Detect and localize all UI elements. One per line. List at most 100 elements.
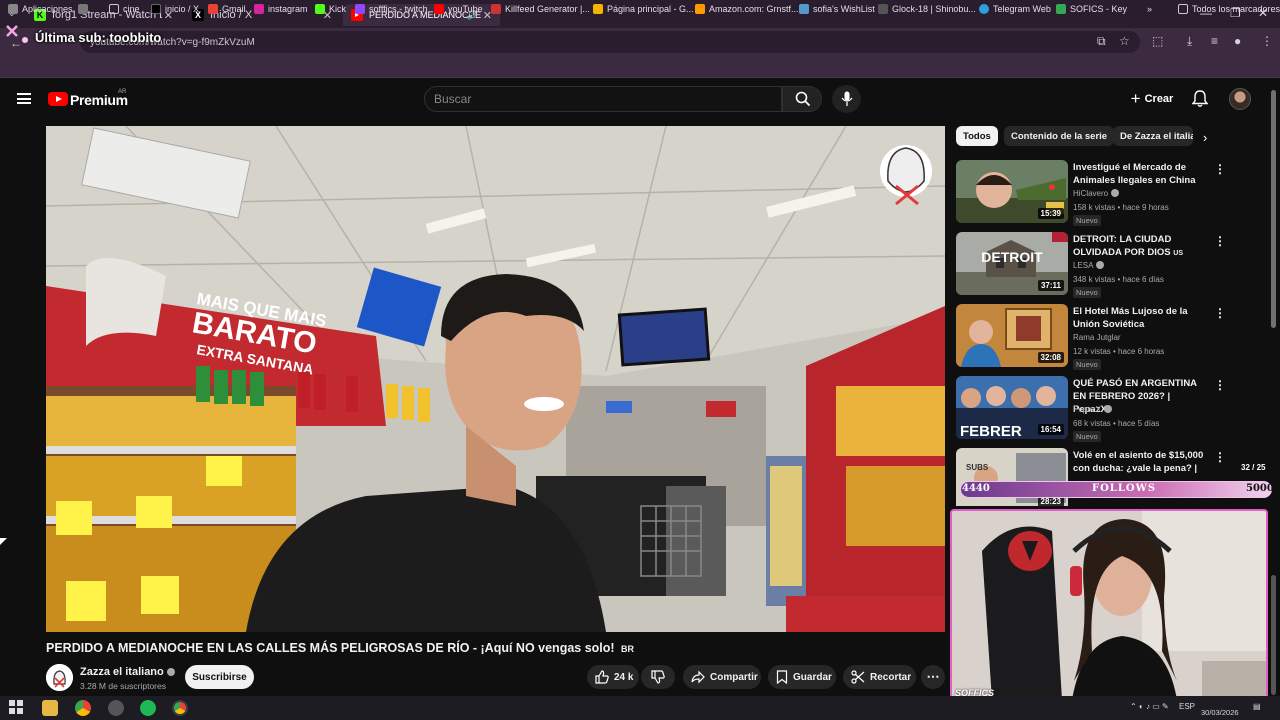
install-app-icon[interactable]: ⧉ [1097, 34, 1106, 49]
bookmark-label: Telegram Web [993, 4, 1051, 14]
bookmark-label: Página principal - G... [607, 4, 694, 14]
more-options-icon[interactable]: ⋮ [1214, 450, 1226, 464]
windows-start-icon[interactable] [9, 700, 25, 716]
file-explorer-icon[interactable] [42, 700, 58, 716]
bookmark-x[interactable]: inicio / X [151, 4, 199, 14]
bookmark-glock[interactable]: Glock-18 | Shinobu... [878, 4, 976, 14]
bookmark-twitch[interactable]: sofffics - twitch [355, 4, 428, 14]
apps-grid-icon [8, 4, 18, 14]
more-options-icon[interactable]: ⋮ [1214, 378, 1226, 392]
page-scrollbar-track[interactable] [1271, 575, 1276, 695]
taskbar-date[interactable]: 30/03/2026 [1201, 708, 1239, 717]
more-options-icon[interactable]: ⋮ [1214, 306, 1226, 320]
wishlist-icon [799, 4, 809, 14]
recommendation-item[interactable]: 15:39 Investigué el Mercado de Animales … [956, 160, 1256, 226]
bookmark-instagram[interactable]: instagram [254, 4, 308, 14]
more-options-icon[interactable]: ⋮ [1214, 234, 1226, 248]
menu-icon[interactable] [17, 93, 31, 104]
chip-all[interactable]: Todos [956, 126, 998, 146]
recommendation-title[interactable]: Investigué el Mercado de Animales Ilegal… [1073, 161, 1205, 187]
search-input[interactable] [424, 86, 782, 112]
spotify-icon[interactable] [140, 700, 156, 716]
more-actions-icon[interactable]: ⋯ [921, 665, 945, 689]
bookmark-telegram[interactable]: Telegram Web [979, 4, 1051, 14]
extensions-icon[interactable]: ⬚ [1152, 34, 1163, 48]
recommendation-item[interactable]: FEBRER 16:54 QUÉ PASÓ EN ARGENTINA EN FE… [956, 376, 1256, 442]
recommendation-title[interactable]: DETROIT: LA CIUDAD OLVIDADA POR DIOS US [1073, 233, 1205, 260]
channel-name[interactable]: Zazza el italiano [80, 666, 175, 678]
bookmark-label: inicio / X [165, 4, 200, 14]
video-thumbnail[interactable]: 32:08 [956, 304, 1068, 367]
page-scrollbar-thumb[interactable] [1271, 90, 1276, 328]
bookmark-cine[interactable]: cine [109, 4, 140, 14]
bookmark-grid[interactable] [78, 4, 92, 14]
recommendation-channel[interactable]: Rama Jutglar [1073, 333, 1121, 342]
download-icon[interactable]: ⤓ [1187, 34, 1192, 49]
plus-icon: + [1130, 89, 1141, 108]
clip-button[interactable]: Recortar [843, 665, 916, 689]
share-button[interactable]: Compartir [683, 665, 761, 689]
save-button[interactable]: Guardar [768, 665, 836, 689]
dislike-button[interactable] [641, 665, 675, 689]
chrome-icon[interactable] [75, 700, 91, 716]
video-thumbnail[interactable]: DETROIT 37:11 [956, 232, 1068, 295]
recommendation-item[interactable]: DETROIT 37:11 DETROIT: LA CIUDAD OLVIDAD… [956, 232, 1256, 298]
bookmark-star-icon[interactable]: ☆ [1119, 34, 1130, 48]
profile-icon[interactable]: ● [1234, 34, 1241, 48]
instagram-icon [254, 4, 264, 14]
more-bookmarks-chevron-icon[interactable]: » [1147, 4, 1152, 14]
notifications-bell-icon[interactable] [1192, 90, 1208, 108]
bookmark-amazon[interactable]: Amazon.com: Grnstf... [695, 4, 799, 14]
reading-list-icon[interactable]: ≡ [1211, 34, 1218, 48]
more-menu-icon[interactable]: ⋮ [1261, 34, 1273, 48]
bookmark-drive[interactable]: Página principal - G... [593, 4, 694, 14]
follows-label: FOLLOWS [1092, 483, 1157, 494]
webcam-image [952, 511, 1266, 700]
notifications-icon[interactable]: ▤ [1253, 702, 1261, 711]
bookmark-youtube[interactable]: youTube [434, 4, 483, 14]
tray-icons[interactable]: ⌃ ◐ ♪ ▭ ✎ [1130, 702, 1169, 711]
chip-channel[interactable]: De Zazza el italiano [1113, 126, 1193, 146]
video-thumbnail[interactable]: FEBRER 16:54 [956, 376, 1068, 439]
video-thumbnail[interactable]: 15:39 [956, 160, 1068, 223]
title-text: DETROIT: LA CIUDAD OLVIDADA POR DIOS [1073, 234, 1172, 258]
chrome-active-icon[interactable] [172, 700, 188, 716]
bookmark-label: sofffics - twitch [369, 4, 428, 14]
verified-icon [1104, 405, 1113, 413]
obs-icon[interactable] [108, 700, 124, 716]
chip-series[interactable]: Contenido de la serie [1004, 126, 1115, 146]
bookmark-apps[interactable]: Aplicaciones [8, 4, 73, 14]
recommendation-meta: 68 k vistas • hace 5 días [1073, 419, 1160, 428]
search-button[interactable] [782, 86, 822, 112]
language-indicator[interactable]: ESP [1179, 702, 1195, 711]
user-avatar[interactable] [1229, 88, 1251, 110]
recommendation-item[interactable]: 32:08 El Hotel Más Lujoso de la Unión So… [956, 304, 1256, 370]
new-badge: Nuevo [1073, 215, 1101, 226]
recommendation-channel[interactable]: HiClavero [1073, 189, 1120, 198]
bookmark-gmail[interactable]: Gmail [208, 4, 246, 14]
country-code: AR [118, 89, 127, 95]
bookmark-killfeed[interactable]: Killfeed Generator |... [491, 4, 590, 14]
sheets-icon [1056, 4, 1066, 14]
recommendation-channel[interactable]: PepazX [1073, 405, 1113, 414]
country-flag: US [1173, 250, 1184, 257]
bookmark-sofics-key[interactable]: SOFICS - Key [1056, 4, 1127, 14]
bookmark-wishlist[interactable]: sofia's WishList [799, 4, 875, 14]
bookmark-all[interactable]: Todos los marcadores [1178, 4, 1280, 14]
last-sub-overlay: Última sub: toobbito [35, 30, 162, 45]
youtube-logo-icon[interactable] [48, 92, 68, 106]
subscribe-button[interactable]: Suscribirse [185, 665, 254, 689]
video-frame-supermarket: MAIS QUE MAIS BARATO EXTRA SANTANA [46, 126, 945, 632]
recommendation-channel[interactable]: LESA [1073, 261, 1105, 270]
more-options-icon[interactable]: ⋮ [1214, 162, 1226, 176]
channel-avatar[interactable] [46, 664, 73, 691]
chevron-right-icon[interactable]: › [1203, 130, 1207, 145]
like-button[interactable]: 24 k [587, 665, 639, 689]
recommendation-meta: 348 k vistas • hace 6 días [1073, 275, 1164, 284]
voice-search-button[interactable] [832, 85, 861, 113]
video-player[interactable]: MAIS QUE MAIS BARATO EXTRA SANTANA [46, 126, 945, 632]
create-button[interactable]: + Crear [1122, 87, 1182, 111]
bookmark-kick[interactable]: Kick [315, 4, 346, 14]
sparkle-decoration-icon [6, 25, 28, 43]
recommendation-title[interactable]: El Hotel Más Lujoso de la Unión Soviétic… [1073, 305, 1205, 331]
